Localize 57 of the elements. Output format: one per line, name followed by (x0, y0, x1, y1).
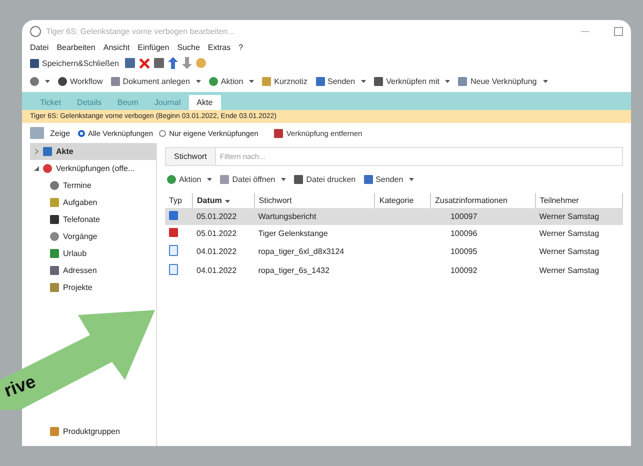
table-cell: Tiger Gelenkstange (254, 225, 375, 242)
menu-item[interactable]: Datei (30, 43, 49, 52)
show-label: Zeige (50, 128, 70, 138)
tree-item[interactable]: Aufgaben (30, 194, 156, 211)
table-cell: 05.01.2022 (192, 208, 254, 225)
table-cell-text: Werner Samstag (538, 246, 600, 258)
table-cell-text: 100092 (449, 265, 478, 277)
table-cell: 100097 (430, 208, 536, 225)
tree-item[interactable]: Urlaub (30, 245, 156, 262)
tree-item[interactable]: Vorgänge (30, 228, 156, 245)
table-cell: 100096 (430, 225, 536, 242)
table-cell-text: Werner Samstag (538, 265, 600, 277)
clock-dropdown-button[interactable] (28, 76, 52, 87)
window-title: Tiger 6S: Gelenkstange vorne verbogen bearbeiten... (46, 27, 234, 36)
down-arrow-icon[interactable] (182, 57, 192, 69)
menu-item[interactable]: ? (238, 43, 244, 52)
tree-item[interactable]: Telefonate (30, 211, 156, 228)
tree-item[interactable]: Akte (30, 143, 156, 160)
arrow-caption: rive (1, 371, 39, 402)
close-icon[interactable] (138, 58, 150, 68)
menu-item[interactable]: Extras (208, 43, 231, 52)
sort-icon (224, 200, 230, 203)
toolbar-button[interactable]: Datei drucken (292, 174, 358, 185)
app-icon (30, 26, 41, 37)
tree-item[interactable]: Verknüpfungen (offe... (30, 160, 156, 177)
save-close-button[interactable]: Speichern&Schließen (28, 58, 121, 68)
toolbar-button[interactable]: Workflow (56, 76, 105, 87)
menu-item[interactable]: Ansicht (103, 43, 130, 52)
collapse-icon[interactable] (34, 166, 39, 171)
menu-item[interactable]: Suche (177, 43, 200, 52)
toolbar-button[interactable]: Neue Verknüpfung (456, 76, 550, 87)
toolbar-button[interactable]: Aktion (165, 174, 214, 185)
toolbar-button[interactable]: Senden (362, 174, 416, 185)
table-cell-text: 04.01.2022 (196, 246, 238, 258)
toolbar-button[interactable]: Kurznotiz (260, 76, 310, 87)
table-cell: 05.01.2022 (192, 225, 254, 242)
table-cell: Werner Samstag (535, 225, 622, 242)
tree-item[interactable]: Produktgruppen (30, 423, 156, 440)
tree-item[interactable]: Projekte (30, 279, 156, 296)
menu-item[interactable]: Bearbeiten (56, 43, 96, 52)
toolbar-button[interactable]: Verknüpfen mit (372, 76, 452, 87)
tab[interactable]: Akte (188, 95, 221, 110)
toolbar-button[interactable]: Senden (314, 76, 368, 87)
tree-item[interactable]: Adressen (30, 262, 156, 279)
table-cell-text: ropa_tiger_6s_1432 (257, 265, 330, 277)
toolbar-button[interactable]: Aktion (206, 76, 256, 87)
maximize-icon[interactable] (614, 27, 623, 36)
table-cell-text: ropa_tiger_6xl_d8x3124 (257, 246, 346, 258)
table-cell-text: 04.01.2022 (196, 265, 238, 277)
menu-item[interactable]: Einfügen (138, 43, 170, 52)
up-arrow-icon[interactable] (168, 57, 178, 69)
table-cell-text: 100095 (449, 246, 478, 258)
table-cell: Wartungsbericht (254, 208, 375, 225)
toolbar-button[interactable]: Dokument anlegen (108, 76, 203, 87)
tree-item[interactable]: Termine (30, 177, 156, 194)
table-cell: Werner Samstag (535, 208, 622, 225)
toolbar-button[interactable]: Datei öffnen (218, 174, 288, 185)
